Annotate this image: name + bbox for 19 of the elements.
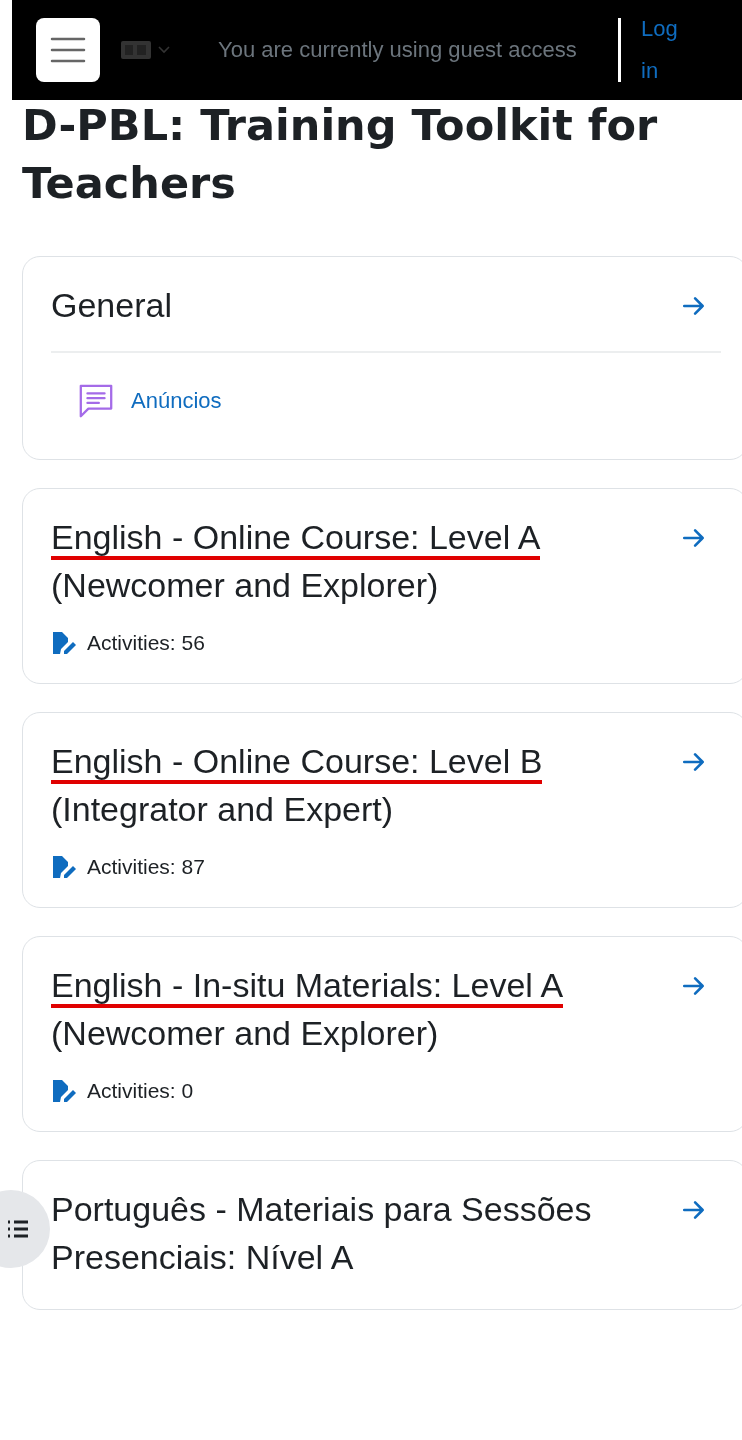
file-edit-icon [51,631,77,655]
section-title[interactable]: General [51,281,172,329]
course-title: D-PBL: Training Toolkit for Teachers [21,99,659,210]
guest-notice: You are currently using guest access [218,36,578,64]
section-title[interactable]: English - In-situ Materials: Level A (Newcomer and Explorer) [51,961,596,1057]
login-link[interactable]: Log in [641,8,681,92]
list-icon [6,1219,30,1239]
file-edit-icon [51,855,77,879]
menu-icon [48,35,88,65]
activity-count: Activities: 0 [87,1079,194,1103]
section-title[interactable]: Português - Materiais para Sessões Presenciais: Nível A [51,1185,596,1281]
activity-count: Activities: 87 [87,855,205,879]
activity-link[interactable]: Anúncios [131,388,222,414]
section-title[interactable]: English - Online Course: Level A (Newcomer and Explorer) [51,513,596,609]
menu-button[interactable] [36,18,100,82]
caret-icon [158,46,170,54]
activity-count: Activities: 56 [87,631,205,655]
file-edit-icon [51,1079,77,1103]
section-title[interactable]: English - Online Course: Level B (Integrator and Expert) [51,737,596,833]
